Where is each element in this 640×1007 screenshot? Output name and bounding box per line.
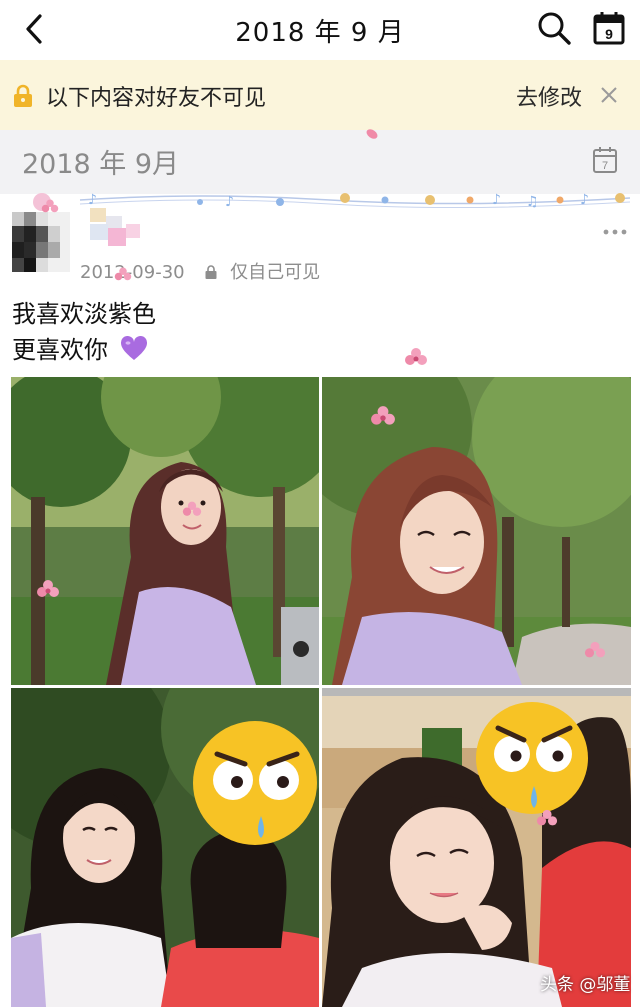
calendar-small-icon[interactable]: 7 [592, 146, 618, 174]
petal-icon [114, 267, 132, 281]
visibility-label: 仅自己可见 [230, 262, 321, 283]
month-section-header: 2018 年 9月 7 [0, 130, 640, 194]
petal-icon [41, 199, 59, 213]
photo-grid [11, 377, 631, 1007]
two-girls-selfie-image [11, 688, 319, 1007]
post-text-line2-wrap: 更喜欢你 [12, 332, 156, 368]
nickname-blurred [90, 208, 140, 246]
calendar-icon[interactable]: 9 [592, 10, 626, 46]
post-text: 我喜欢淡紫色 更喜欢你 [12, 296, 156, 368]
post-text-line1: 我喜欢淡紫色 [12, 300, 156, 328]
notice-text: 以下内容对好友不可见 [46, 86, 267, 111]
top-nav-bar: 2018 年 9 月 9 [0, 0, 640, 58]
girl-smiling-closeup-image [322, 377, 631, 685]
month-calendar-day: 7 [602, 160, 608, 172]
watermark-text: 头条 @邬董 [540, 975, 631, 995]
svg-text:♫: ♫ [526, 194, 539, 210]
petal-icon [584, 641, 606, 658]
close-icon[interactable] [598, 84, 620, 106]
svg-text:♪: ♪ [88, 192, 97, 208]
post-date: 2012-09-30 [80, 262, 185, 283]
petal-icon [182, 501, 202, 516]
photo-4[interactable] [322, 688, 631, 1007]
photo-2[interactable] [322, 377, 631, 685]
purple-heart-icon [120, 336, 147, 360]
photo-1[interactable] [11, 377, 319, 685]
svg-text:♪: ♪ [225, 194, 234, 210]
petal-icon [405, 348, 427, 365]
calendar-day-number: 9 [605, 26, 613, 42]
photo-3[interactable] [11, 688, 319, 1007]
petal-icon [371, 406, 395, 425]
avatar[interactable] [12, 212, 70, 272]
post-text-line2: 更喜欢你 [12, 336, 108, 364]
search-icon[interactable] [536, 10, 572, 46]
lock-small-icon [205, 265, 217, 279]
privacy-notice-banner: 以下内容对好友不可见 去修改 [0, 60, 640, 130]
petal-icon [536, 809, 558, 826]
more-options-icon[interactable] [602, 228, 628, 236]
month-label: 2018 年 9月 [22, 149, 180, 180]
svg-text:♪: ♪ [492, 192, 501, 208]
surprised-emoji-sticker [193, 721, 317, 845]
lock-icon [14, 84, 32, 107]
petal-icon [366, 129, 378, 139]
edit-link[interactable]: 去修改 [516, 80, 582, 112]
angry-emoji-sticker [476, 702, 588, 814]
selfie-with-friend-image [322, 688, 631, 1007]
petal-icon [37, 580, 59, 597]
girl-by-trees-image [11, 377, 319, 685]
svg-text:♪: ♪ [580, 192, 589, 208]
